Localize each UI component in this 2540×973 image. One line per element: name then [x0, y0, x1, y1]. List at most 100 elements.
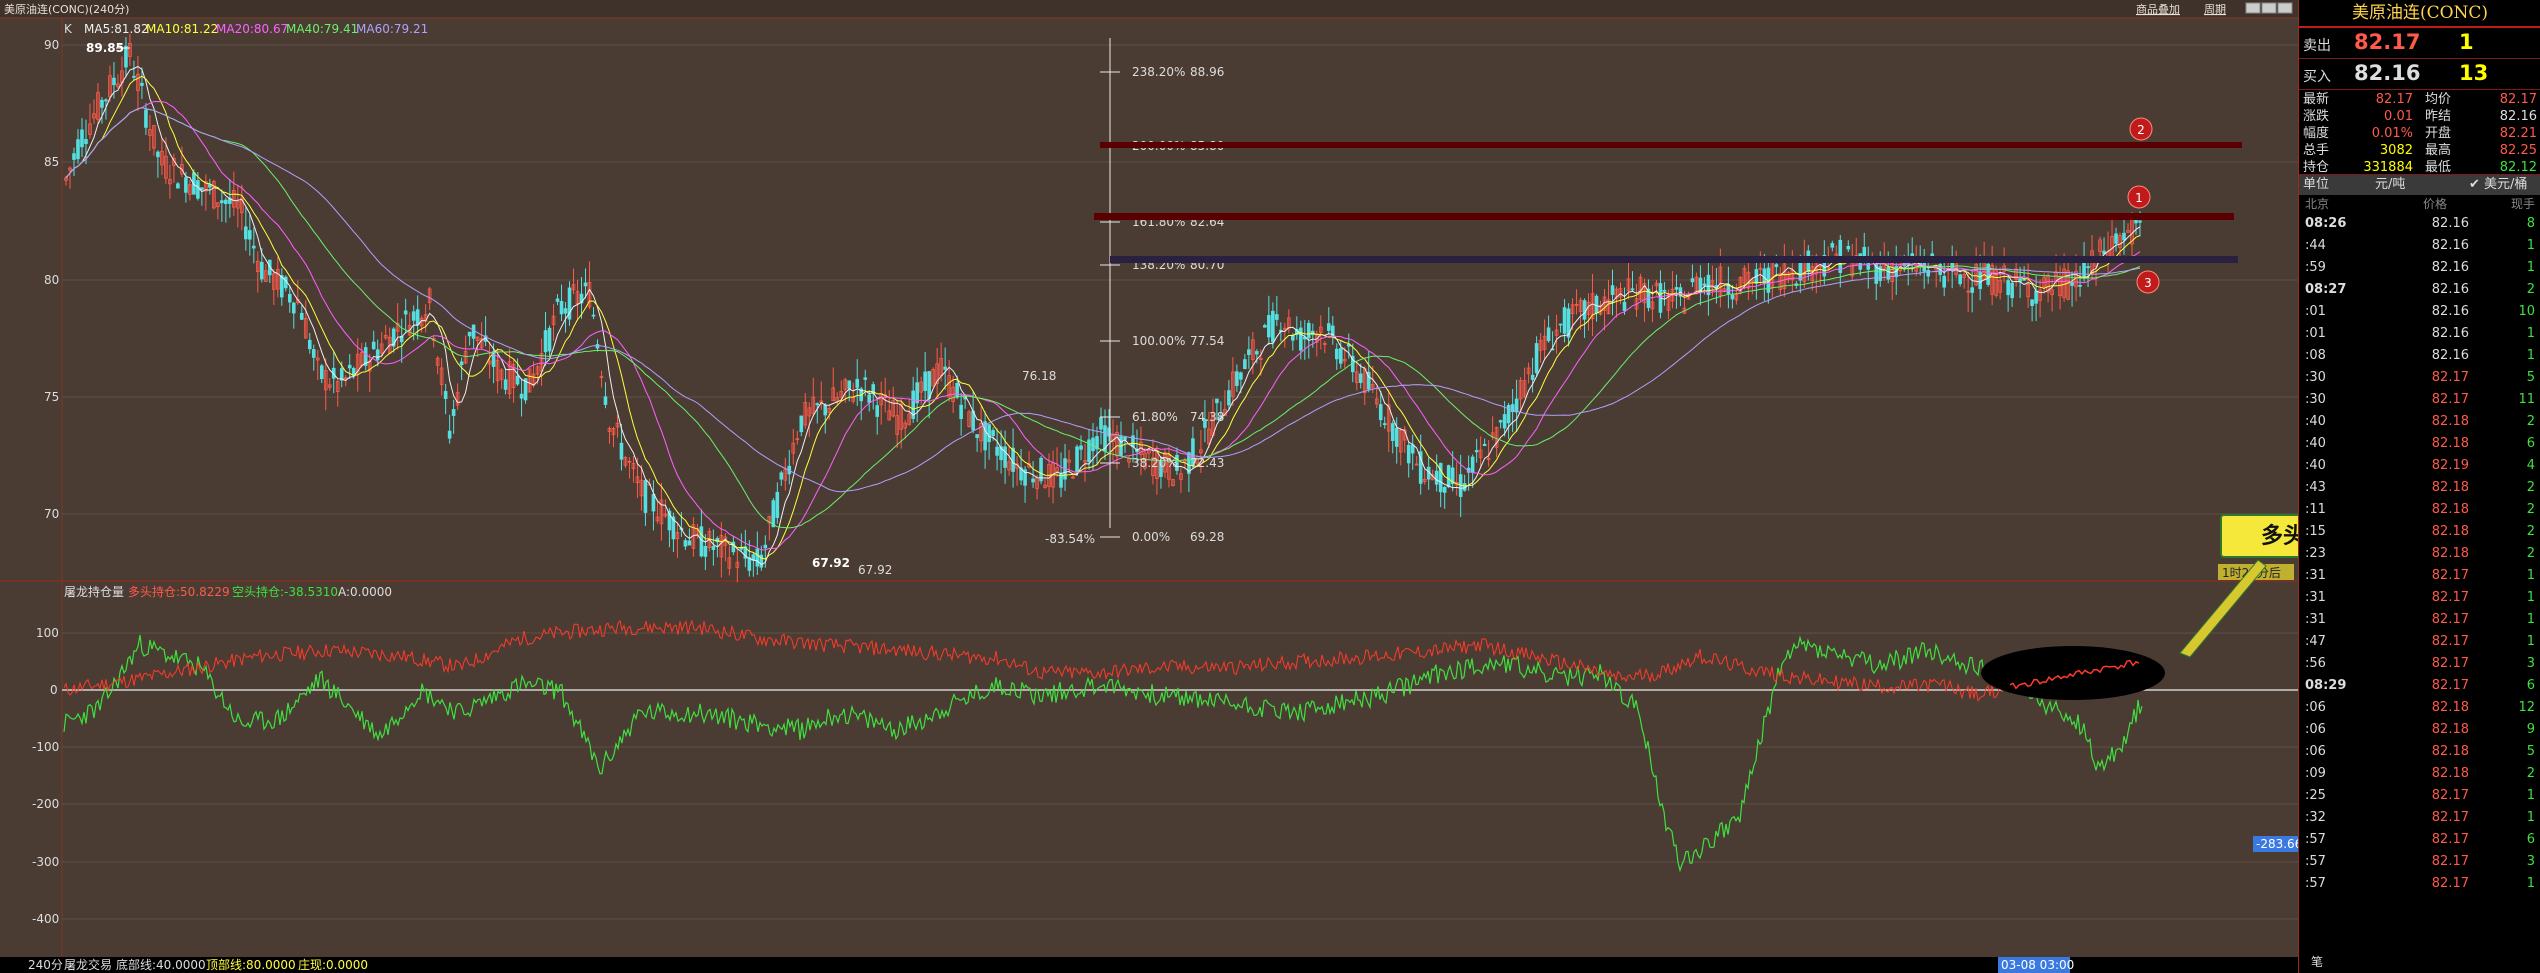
- tick-time: :47: [2305, 634, 2326, 649]
- stat-label: 涨跌: [2303, 109, 2330, 124]
- tick-row[interactable]: :06 82.18 9: [2299, 719, 2540, 741]
- tick-volume: 4: [2526, 458, 2535, 473]
- tick-footer[interactable]: 笔: [2311, 953, 2323, 970]
- tick-row[interactable]: :23 82.18 2: [2299, 543, 2540, 565]
- indicator-long: 多头持仓:50.8229: [128, 584, 230, 599]
- tick-price: 82.16: [2431, 304, 2469, 319]
- highlight-ellipse: [1981, 646, 2165, 700]
- stat-label: 开盘: [2425, 126, 2452, 141]
- tick-volume: 2: [2526, 766, 2535, 781]
- tick-row[interactable]: :40 82.18 2: [2299, 411, 2540, 433]
- stat-value: 82.12: [2499, 160, 2537, 175]
- overlay-button[interactable]: 商品叠加: [2136, 2, 2180, 16]
- tick-row[interactable]: :44 82.16 1: [2299, 235, 2540, 257]
- marker-3[interactable]: 3: [2136, 270, 2160, 294]
- tick-row[interactable]: :01 82.16 10: [2299, 301, 2540, 323]
- tick-price: 82.17: [2431, 678, 2469, 693]
- tick-row[interactable]: :43 82.18 2: [2299, 477, 2540, 499]
- minimize-icon[interactable]: [2245, 2, 2261, 14]
- tick-list[interactable]: 08:26 82.16 8:44 82.16 1:59 82.16 1 08:27 82.16 2…: [2299, 213, 2540, 895]
- tick-price: 82.17: [2431, 634, 2469, 649]
- tick-volume: 11: [2518, 392, 2535, 407]
- tick-row[interactable]: 08:29 82.17 6: [2299, 675, 2540, 697]
- tick-row[interactable]: :06 82.18 5: [2299, 741, 2540, 763]
- stat-label: 幅度: [2303, 126, 2330, 141]
- tick-row[interactable]: :01 82.16 1: [2299, 323, 2540, 345]
- low-annotation-b: 67.92: [858, 563, 892, 577]
- tick-row[interactable]: 08:26 82.16 8: [2299, 213, 2540, 235]
- close-icon[interactable]: [2277, 2, 2293, 14]
- tick-row[interactable]: :57 82.17 1: [2299, 873, 2540, 895]
- tick-row[interactable]: :30 82.17 5: [2299, 367, 2540, 389]
- tick-row[interactable]: :40 82.19 4: [2299, 455, 2540, 477]
- zhuang-value: 庄现:0.0000: [298, 957, 368, 972]
- tick-row[interactable]: :40 82.18 6: [2299, 433, 2540, 455]
- tick-price: 82.17: [2431, 832, 2469, 847]
- stat-value: 3082: [2379, 143, 2413, 158]
- tick-header: 北京 价格 现手: [2305, 197, 2535, 211]
- tick-row[interactable]: :47 82.17 1: [2299, 631, 2540, 653]
- tick-price: 82.18: [2431, 502, 2469, 517]
- tick-row[interactable]: :31 82.17 1: [2299, 587, 2540, 609]
- stat-label: 最新: [2303, 92, 2330, 107]
- tick-row[interactable]: :30 82.17 11: [2299, 389, 2540, 411]
- chart-area[interactable]: 美原油连(CONC)(240分) 商品叠加 周期 K MA5:81.82 MA1…: [0, 0, 2478, 973]
- support-line-3[interactable]: [1110, 256, 2238, 263]
- tick-row[interactable]: :08 82.16 1: [2299, 345, 2540, 367]
- fib-price-label: 88.96: [1190, 65, 1224, 79]
- tick-row[interactable]: :31 82.17 1: [2299, 565, 2540, 587]
- tick-price: 82.18: [2431, 436, 2469, 451]
- tick-volume: 1: [2526, 260, 2535, 275]
- unit-row[interactable]: 单位 元/吨 ✔ 美元/桶: [2299, 175, 2540, 195]
- tick-row[interactable]: :56 82.17 3: [2299, 653, 2540, 675]
- ind-axis-0: 0: [50, 683, 58, 697]
- tick-row[interactable]: :25 82.17 1: [2299, 785, 2540, 807]
- tick-time: :06: [2305, 744, 2326, 759]
- tick-row[interactable]: :31 82.17 1: [2299, 609, 2540, 631]
- tick-row[interactable]: :11 82.18 2: [2299, 499, 2540, 521]
- tick-time: :40: [2305, 458, 2326, 473]
- tick-time: :01: [2305, 304, 2326, 319]
- tick-volume: 1: [2526, 326, 2535, 341]
- tick-price: 82.16: [2431, 326, 2469, 341]
- ind-axis-m300: -300: [32, 855, 59, 869]
- resistance-line-1[interactable]: [1094, 213, 2234, 220]
- tick-volume: 1: [2526, 612, 2535, 627]
- tick-row[interactable]: :09 82.18 2: [2299, 763, 2540, 785]
- buy-row[interactable]: 买入 82.16 13: [2299, 59, 2540, 90]
- marker-2[interactable]: 2: [2129, 117, 2153, 141]
- tick-volume: 1: [2526, 788, 2535, 803]
- fib-neg-annotation: -83.54%: [1045, 532, 1095, 546]
- tick-row[interactable]: :57 82.17 3: [2299, 851, 2540, 873]
- tick-time: :40: [2305, 436, 2326, 451]
- top-line-value: 顶部线:80.0000: [206, 957, 296, 972]
- tick-row[interactable]: :06 82.18 12: [2299, 697, 2540, 719]
- kline-chart[interactable]: 美原油连(CONC)(240分) 商品叠加 周期 K MA5:81.82 MA1…: [0, 0, 2298, 973]
- tick-row[interactable]: 08:27 82.16 2: [2299, 279, 2540, 301]
- unit-cny[interactable]: 元/吨: [2375, 175, 2405, 195]
- fib-pct-label: 61.80%: [1132, 410, 1178, 424]
- resistance-line-2[interactable]: [1100, 142, 2242, 148]
- period-label[interactable]: 240分: [28, 958, 63, 972]
- period-button[interactable]: 周期: [2204, 3, 2226, 16]
- tick-volume: 1: [2526, 810, 2535, 825]
- tick-row[interactable]: :15 82.18 2: [2299, 521, 2540, 543]
- tick-time: :15: [2305, 524, 2326, 539]
- tick-time: :09: [2305, 766, 2326, 781]
- side-title: 美原油连(CONC): [2299, 0, 2540, 28]
- tick-volume: 3: [2526, 854, 2535, 869]
- tick-price: 82.18: [2431, 744, 2469, 759]
- tick-volume: 8: [2526, 216, 2535, 231]
- tick-price: 82.18: [2431, 700, 2469, 715]
- fib-price-label: 69.28: [1190, 530, 1224, 544]
- unit-usd[interactable]: ✔ 美元/桶: [2469, 175, 2527, 195]
- tick-time: :08: [2305, 348, 2326, 363]
- restore-icon[interactable]: [2261, 2, 2277, 14]
- tick-volume: 1: [2526, 568, 2535, 583]
- marker-1[interactable]: 1: [2127, 185, 2151, 209]
- svg-text:1: 1: [2135, 191, 2143, 205]
- sell-row[interactable]: 卖出 82.17 1: [2299, 28, 2540, 59]
- tick-row[interactable]: :59 82.16 1: [2299, 257, 2540, 279]
- tick-row[interactable]: :32 82.17 1: [2299, 807, 2540, 829]
- tick-row[interactable]: :57 82.17 6: [2299, 829, 2540, 851]
